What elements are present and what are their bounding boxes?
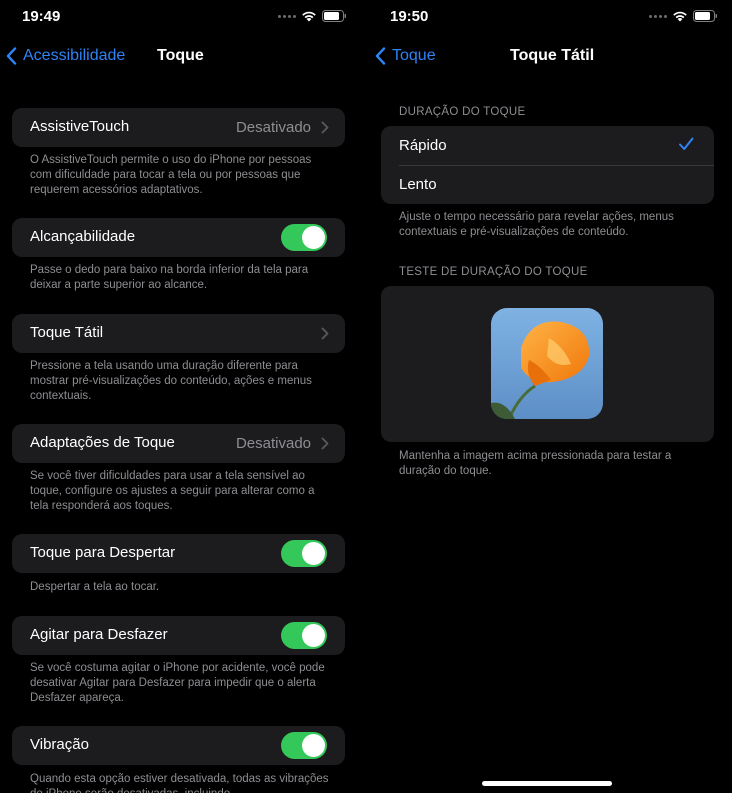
battery-icon xyxy=(322,10,346,22)
option-label: Lento xyxy=(399,176,437,193)
back-button[interactable]: Acessibilidade xyxy=(6,47,125,65)
row-value: Desativado xyxy=(235,435,311,452)
row-tap-to-wake: Toque para Despertar xyxy=(12,534,345,573)
test-footer: Mantenha a imagem acima pressionada para… xyxy=(399,450,672,477)
row-label: Vibração xyxy=(30,736,89,753)
row-shake-to-undo: Agitar para Desfazer xyxy=(12,616,345,655)
home-indicator[interactable] xyxy=(482,781,612,786)
tap-to-wake-toggle[interactable] xyxy=(281,540,327,567)
wifi-icon xyxy=(673,11,687,22)
vibration-toggle[interactable] xyxy=(281,732,327,759)
wifi-icon xyxy=(302,11,316,22)
back-button[interactable]: Toque xyxy=(375,47,436,65)
back-label: Acessibilidade xyxy=(23,47,126,64)
flower-test-image[interactable] xyxy=(491,308,603,419)
right-screen: 19:50 Toque Toque Tátil DURAÇÃO DO TOQUE… xyxy=(369,0,732,793)
left-screen: 19:49 Acessibilidade Toque AssistiveTouc… xyxy=(0,0,357,793)
row-footer: O AssistiveTouch permite o uso do iPhone… xyxy=(30,154,312,196)
row-label: AssistiveTouch xyxy=(30,118,130,135)
row-value: Desativado xyxy=(235,119,311,136)
row-footer: Se você costuma agitar o iPhone por acid… xyxy=(30,662,325,704)
option-slow[interactable]: Lento xyxy=(381,165,714,204)
navigation-bar: Acessibilidade Toque xyxy=(0,44,357,72)
status-bar: 19:50 xyxy=(369,8,732,28)
row-footer: Quando esta opção estiver desativada, to… xyxy=(30,773,329,793)
option-label: Rápido xyxy=(399,137,447,154)
row-footer: Se você tiver dificuldades para usar a t… xyxy=(30,470,315,512)
duration-footer: Ajuste o tempo necessário para revelar a… xyxy=(399,211,674,238)
row-label: Adaptações de Toque xyxy=(30,434,175,451)
row-haptic-touch[interactable]: Toque Tátil xyxy=(12,314,345,353)
test-image-container xyxy=(381,286,714,442)
cellular-dots-icon xyxy=(278,14,296,18)
row-reachability: Alcançabilidade xyxy=(12,218,345,257)
section-header-duration: DURAÇÃO DO TOQUE xyxy=(399,106,526,118)
status-icons xyxy=(278,10,347,22)
shake-to-undo-toggle[interactable] xyxy=(281,622,327,649)
row-label: Toque Tátil xyxy=(30,324,104,341)
status-time: 19:50 xyxy=(390,8,429,25)
chevron-right-icon xyxy=(321,437,329,450)
status-bar: 19:49 xyxy=(0,8,357,28)
status-icons xyxy=(649,10,718,22)
page-title: Toque xyxy=(157,47,204,64)
option-fast[interactable]: Rápido xyxy=(381,126,714,166)
row-footer: Despertar a tela ao tocar. xyxy=(30,581,160,593)
chevron-right-icon xyxy=(321,327,329,340)
row-touch-accommodations[interactable]: Adaptações de Toque Desativado xyxy=(12,424,345,463)
row-label: Agitar para Desfazer xyxy=(30,626,168,643)
chevron-right-icon xyxy=(321,121,329,134)
chevron-left-icon xyxy=(375,47,386,65)
row-label: Alcançabilidade xyxy=(30,228,136,245)
section-header-test: TESTE DE DURAÇÃO DO TOQUE xyxy=(399,266,588,278)
cellular-dots-icon xyxy=(649,14,667,18)
row-assistivetouch[interactable]: AssistiveTouch Desativado xyxy=(12,108,345,147)
chevron-left-icon xyxy=(6,47,17,65)
back-label: Toque xyxy=(392,47,436,64)
page-title: Toque Tátil xyxy=(510,47,595,64)
status-time: 19:49 xyxy=(22,8,61,25)
row-vibration: Vibração xyxy=(12,726,345,765)
navigation-bar: Toque Toque Tátil xyxy=(369,44,732,72)
row-label: Toque para Despertar xyxy=(30,544,176,561)
battery-icon xyxy=(693,10,717,22)
duration-options: Rápido Lento xyxy=(381,126,714,204)
checkmark-icon xyxy=(679,137,694,150)
row-footer: Pressione a tela usando uma duração dife… xyxy=(30,360,312,402)
row-footer: Passe o dedo para baixo na borda inferio… xyxy=(30,264,309,291)
reachability-toggle[interactable] xyxy=(281,224,327,251)
